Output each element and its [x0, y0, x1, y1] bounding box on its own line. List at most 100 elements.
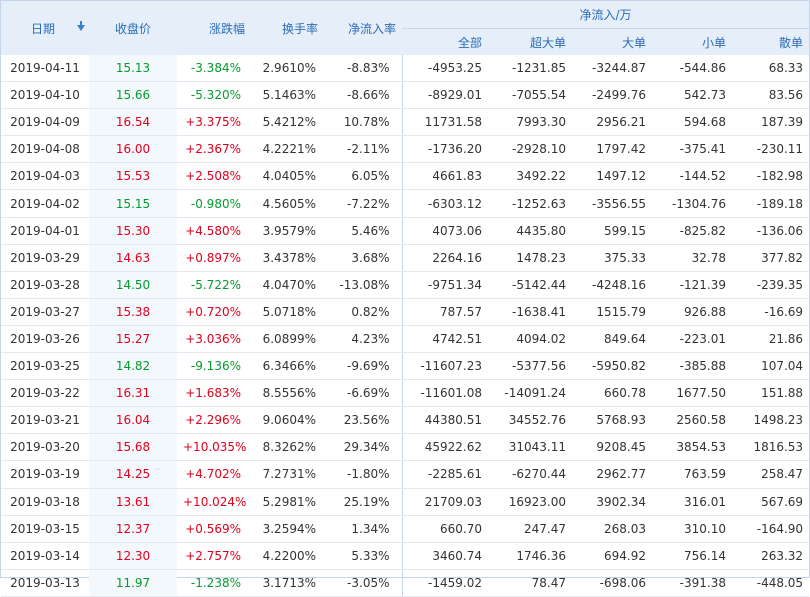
cell-net-all: 660.70	[401, 515, 488, 543]
cell-net-small: -385.88	[652, 352, 732, 381]
cell-net-pct: 4.23%	[324, 325, 402, 354]
cell-net-pct: -13.08%	[324, 271, 402, 299]
cell-turnover: 9.0604%	[251, 406, 324, 435]
header-all[interactable]: 全部	[402, 28, 488, 55]
header-small[interactable]: 小单	[652, 28, 732, 55]
sort-desc-icon[interactable]	[77, 21, 86, 31]
cell-net-xlarge: -6270.44	[488, 460, 572, 489]
cell-date: 2019-03-20	[1, 433, 89, 462]
cell-net-all: 4742.51	[401, 325, 488, 354]
cell-net-small: 594.68	[652, 108, 732, 137]
cell-net-retail: -16.69	[732, 298, 810, 326]
table-row: 2019-03-27 15.38 +0.720% 5.0718% 0.82% 787.57…	[1, 298, 810, 326]
cell-price: 15.27	[89, 325, 177, 354]
cell-date: 2019-03-13	[1, 569, 89, 597]
cell-price: 15.66	[89, 81, 177, 110]
cell-change: +3.036%	[177, 325, 251, 354]
cell-date: 2019-04-02	[1, 189, 89, 218]
cell-turnover: 5.2981%	[251, 488, 324, 516]
fund-flow-table: 日期 收盘价 涨跌幅 换手率 净流入率 净流入/万 全部 超大单 大单 小单 散…	[1, 1, 810, 597]
cell-date: 2019-04-03	[1, 162, 89, 191]
cell-net-small: -825.82	[652, 217, 732, 245]
cell-net-small: 310.10	[652, 515, 732, 543]
cell-net-retail: 187.39	[732, 108, 810, 137]
cell-net-xlarge: 31043.11	[488, 433, 572, 462]
cell-turnover: 3.1713%	[251, 569, 324, 597]
cell-price: 12.37	[89, 515, 177, 543]
table-row: 2019-03-19 14.25 +4.702% 7.2731% -1.80% -2285…	[1, 460, 810, 489]
cell-net-xlarge: -2928.10	[488, 135, 572, 164]
cell-net-small: 756.14	[652, 542, 732, 570]
header-net-pct[interactable]: 净流入率	[324, 1, 402, 55]
header-change[interactable]: 涨跌幅	[177, 1, 251, 55]
cell-change: +2.296%	[177, 406, 251, 435]
header-retail[interactable]: 散单	[732, 28, 810, 55]
cell-net-xlarge: -1252.63	[488, 189, 572, 218]
cell-turnover: 3.4378%	[251, 244, 324, 272]
header-turnover[interactable]: 换手率	[251, 1, 324, 55]
cell-net-large: -3244.87	[572, 55, 652, 83]
cell-date: 2019-03-27	[1, 298, 89, 326]
cell-net-large: -4248.16	[572, 271, 652, 299]
cell-change: +10.035%	[177, 433, 251, 462]
cell-net-large: 660.78	[572, 379, 652, 408]
cell-net-xlarge: -7055.54	[488, 81, 572, 110]
header-net-flow-group: 净流入/万	[402, 1, 810, 29]
cell-net-all: -11601.08	[401, 379, 488, 408]
cell-net-retail: -189.18	[732, 189, 810, 218]
cell-net-all: -4953.25	[401, 55, 488, 83]
table-row: 2019-03-28 14.50 -5.722% 4.0470% -13.08% -975…	[1, 271, 810, 299]
cell-change: +4.702%	[177, 460, 251, 489]
table-row: 2019-03-29 14.63 +0.897% 3.4378% 3.68% 2264.1…	[1, 244, 810, 272]
table-row: 2019-04-09 16.54 +3.375% 5.4212% 10.78% 11731…	[1, 108, 810, 137]
cell-net-all: 787.57	[401, 298, 488, 326]
cell-turnover: 8.5556%	[251, 379, 324, 408]
cell-change: +1.683%	[177, 379, 251, 408]
cell-net-small: 926.88	[652, 298, 732, 326]
cell-net-xlarge: -1638.41	[488, 298, 572, 326]
cell-date: 2019-03-15	[1, 515, 89, 543]
cell-net-all: -8929.01	[401, 81, 488, 110]
cell-net-retail: 377.82	[732, 244, 810, 272]
cell-net-all: -1736.20	[401, 135, 488, 164]
cell-net-small: 1677.50	[652, 379, 732, 408]
cell-price: 11.97	[89, 569, 177, 597]
header-date[interactable]: 日期	[1, 1, 89, 55]
header-large[interactable]: 大单	[572, 28, 652, 55]
cell-change: +0.569%	[177, 515, 251, 543]
cell-net-all: 21709.03	[401, 488, 488, 516]
table-row: 2019-04-08 16.00 +2.367% 4.2221% -2.11% -1736…	[1, 135, 810, 164]
cell-net-retail: -230.11	[732, 135, 810, 164]
table-row: 2019-03-26 15.27 +3.036% 6.0899% 4.23% 4742.5…	[1, 325, 810, 354]
cell-net-all: 45922.62	[401, 433, 488, 462]
table-row: 2019-03-13 11.97 -1.238% 3.1713% -3.05% -1459…	[1, 569, 810, 597]
cell-net-large: 2956.21	[572, 108, 652, 137]
table-row: 2019-04-01 15.30 +4.580% 3.9579% 5.46% 4073.0…	[1, 217, 810, 245]
cell-net-small: -1304.76	[652, 189, 732, 218]
cell-net-large: 1797.42	[572, 135, 652, 164]
cell-change: +4.580%	[177, 217, 251, 245]
cell-net-xlarge: 1746.36	[488, 542, 572, 570]
cell-price: 12.30	[89, 542, 177, 570]
cell-net-large: 9208.45	[572, 433, 652, 462]
cell-net-xlarge: 247.47	[488, 515, 572, 543]
cell-date: 2019-03-29	[1, 244, 89, 272]
cell-net-xlarge: -5377.56	[488, 352, 572, 381]
cell-date: 2019-04-11	[1, 55, 89, 83]
header-xlarge[interactable]: 超大单	[488, 28, 572, 55]
cell-net-all: -1459.02	[401, 569, 488, 597]
cell-net-retail: -182.98	[732, 162, 810, 191]
table-row: 2019-04-03 15.53 +2.508% 4.0405% 6.05% 4661.8…	[1, 162, 810, 191]
cell-net-large: 849.64	[572, 325, 652, 354]
table-row: 2019-03-22 16.31 +1.683% 8.5556% -6.69% -1160…	[1, 379, 810, 408]
cell-change: -5.722%	[177, 271, 251, 299]
cell-net-all: 4661.83	[401, 162, 488, 191]
header-price[interactable]: 收盘价	[89, 1, 177, 55]
cell-net-retail: 1816.53	[732, 433, 810, 462]
cell-net-retail: 107.04	[732, 352, 810, 381]
cell-turnover: 4.2200%	[251, 542, 324, 570]
cell-net-large: -5950.82	[572, 352, 652, 381]
cell-net-retail: 263.32	[732, 542, 810, 570]
cell-price: 16.04	[89, 406, 177, 435]
cell-net-pct: 5.33%	[324, 542, 402, 570]
